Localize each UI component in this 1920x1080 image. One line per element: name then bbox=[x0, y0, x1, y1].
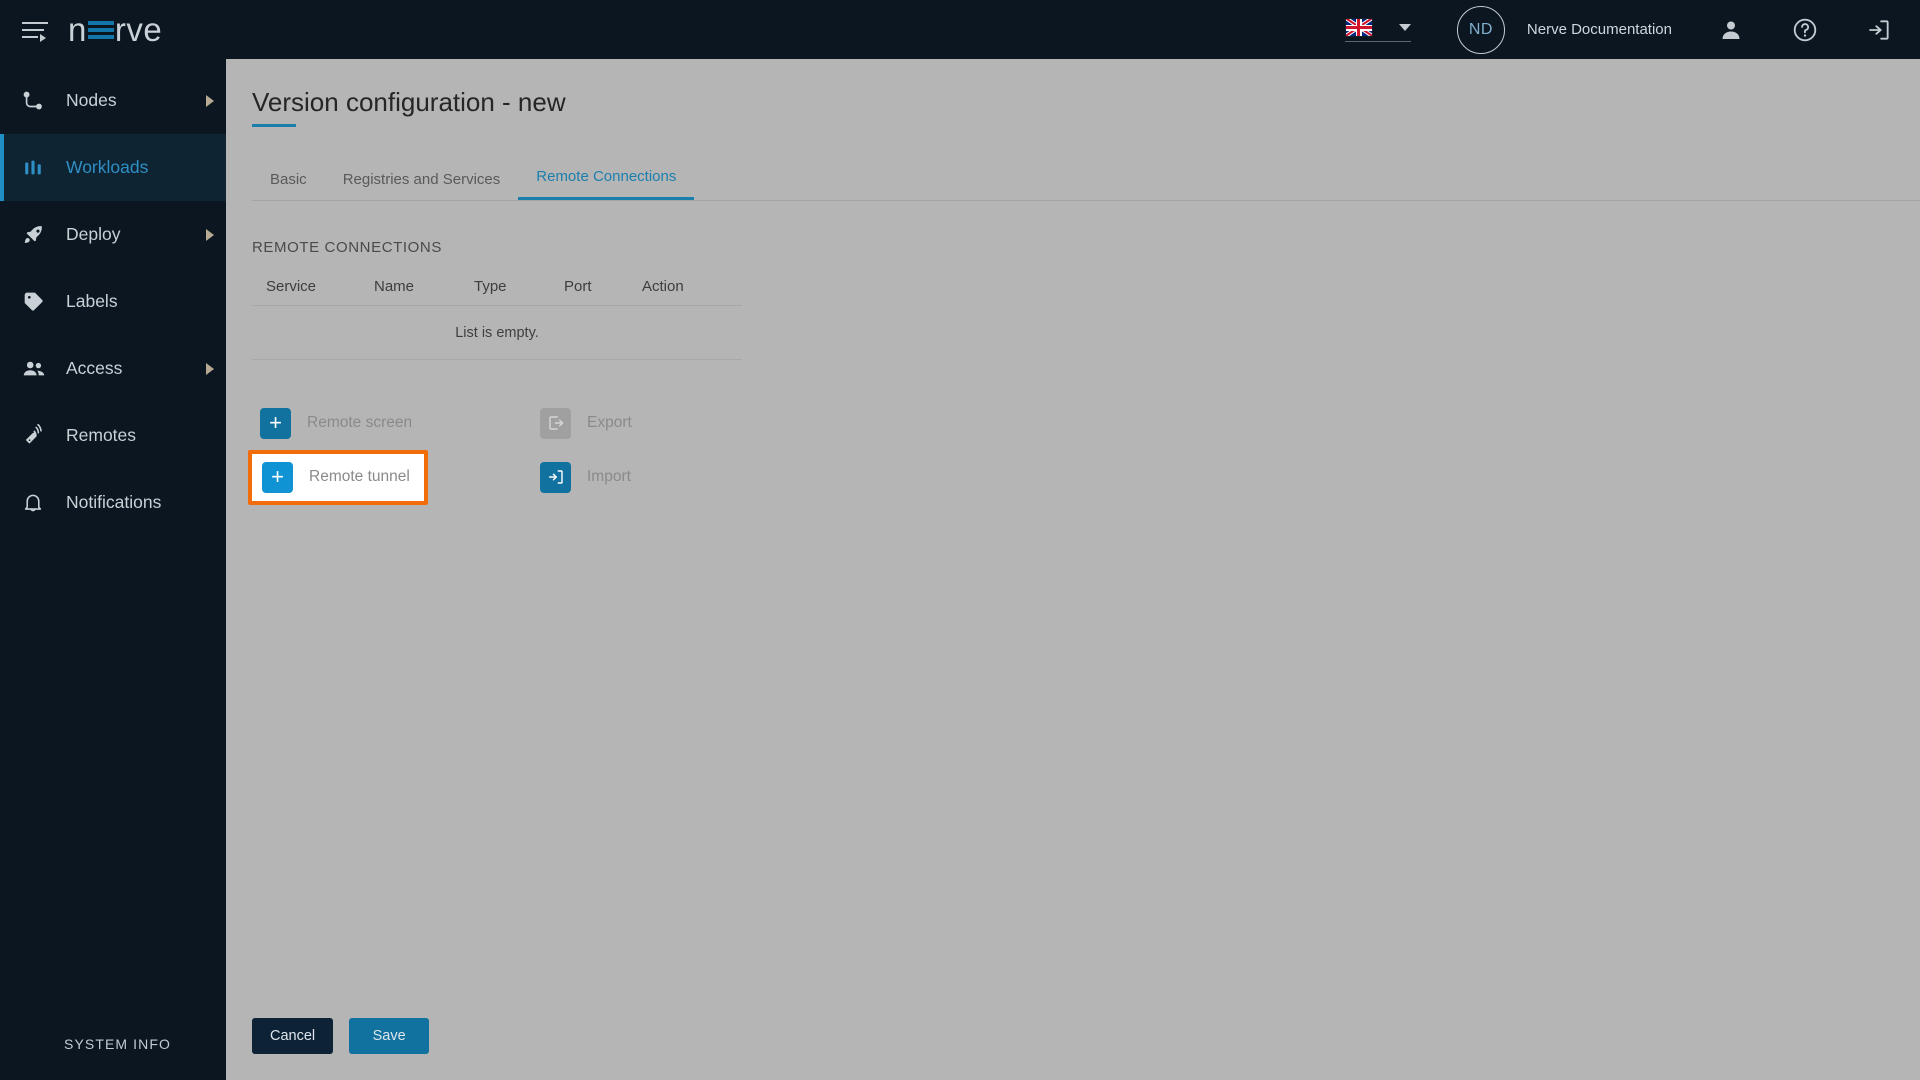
sidebar-item-notifications[interactable]: Notifications bbox=[0, 469, 226, 536]
page-title: Version configuration - new bbox=[252, 87, 566, 117]
avatar-initials: ND bbox=[1468, 20, 1493, 38]
chevron-right-icon bbox=[206, 362, 214, 375]
tab-bar: Basic Registries and Services Remote Con… bbox=[252, 163, 1920, 201]
sidebar-item-nodes[interactable]: Nodes bbox=[0, 67, 226, 134]
sidebar-item-label: Remotes bbox=[66, 425, 137, 445]
column-header-service: Service bbox=[266, 278, 317, 295]
sidebar-item-labels[interactable]: Labels bbox=[0, 268, 226, 335]
chevron-right-icon bbox=[206, 228, 214, 241]
deploy-rocket-icon bbox=[22, 223, 56, 246]
sidebar-item-access[interactable]: Access bbox=[0, 335, 226, 402]
form-footer: Cancel Save bbox=[226, 1018, 1920, 1080]
table-header-row: Service Name Type Port Action bbox=[252, 278, 742, 306]
tab-remote-connections[interactable]: Remote Connections bbox=[518, 168, 695, 200]
remotes-icon bbox=[22, 423, 56, 448]
system-info-link[interactable]: SYSTEM INFO bbox=[0, 1036, 226, 1080]
sidebar: Nodes Workloads Deploy Labels Access Rem… bbox=[0, 59, 226, 1080]
user-icon[interactable] bbox=[1716, 15, 1746, 45]
export-icon bbox=[540, 407, 571, 439]
tab-basic[interactable]: Basic bbox=[252, 171, 325, 200]
column-header-action: Action bbox=[642, 278, 684, 295]
chevron-right-icon bbox=[206, 94, 214, 107]
nerve-logo: n rve bbox=[68, 10, 163, 48]
logo-equals-icon bbox=[87, 19, 114, 41]
page-body: Nodes Workloads Deploy Labels Access Rem… bbox=[0, 59, 1920, 1080]
app-root: n rve ND Nerve Documentation Nodes Workl… bbox=[0, 0, 1920, 1080]
import-button[interactable]: Import bbox=[532, 456, 643, 499]
tab-registries-and-services[interactable]: Registries and Services bbox=[325, 171, 519, 200]
add-remote-screen-button[interactable]: + Remote screen bbox=[252, 402, 424, 445]
sidebar-item-label: Notifications bbox=[66, 492, 162, 512]
section-title: REMOTE CONNECTIONS bbox=[252, 239, 442, 256]
action-buttons-grid: + Remote screen Export + Remote tunnel I… bbox=[248, 396, 1920, 505]
hamburger-icon[interactable] bbox=[22, 19, 48, 42]
action-label: Export bbox=[587, 414, 632, 431]
sidebar-item-label: Deploy bbox=[66, 224, 121, 244]
access-users-icon bbox=[22, 357, 56, 381]
top-header: n rve ND Nerve Documentation bbox=[0, 0, 1920, 59]
sidebar-item-label: Workloads bbox=[66, 157, 149, 177]
labels-tag-icon bbox=[22, 290, 56, 313]
page-title-wrap: Version configuration - new bbox=[226, 59, 1920, 127]
action-label: Remote tunnel bbox=[309, 468, 410, 485]
title-underline bbox=[252, 124, 296, 127]
sidebar-nav: Nodes Workloads Deploy Labels Access Rem… bbox=[0, 59, 226, 536]
column-header-port: Port bbox=[564, 278, 592, 295]
cancel-button[interactable]: Cancel bbox=[252, 1018, 334, 1054]
table-empty-message: List is empty. bbox=[252, 306, 742, 360]
sidebar-item-label: Access bbox=[66, 358, 123, 378]
column-header-type: Type bbox=[474, 278, 507, 295]
bell-icon bbox=[22, 492, 56, 514]
chevron-down-icon bbox=[1398, 23, 1411, 31]
main-content: Version configuration - new Basic Regist… bbox=[226, 59, 1920, 1080]
nodes-icon bbox=[22, 90, 56, 112]
import-icon bbox=[540, 461, 571, 493]
action-label: Import bbox=[587, 468, 631, 485]
avatar[interactable]: ND bbox=[1456, 5, 1505, 54]
sidebar-item-workloads[interactable]: Workloads bbox=[0, 134, 226, 201]
remote-connections-table: Service Name Type Port Action List is em… bbox=[252, 278, 742, 360]
sidebar-item-deploy[interactable]: Deploy bbox=[0, 201, 226, 268]
export-button[interactable]: Export bbox=[532, 402, 644, 445]
sidebar-item-label: Nodes bbox=[66, 90, 117, 110]
action-label: Remote screen bbox=[307, 414, 413, 431]
help-icon[interactable] bbox=[1790, 15, 1820, 45]
account-name: Nerve Documentation bbox=[1526, 21, 1672, 38]
uk-flag-icon bbox=[1344, 17, 1373, 37]
logout-icon[interactable] bbox=[1864, 15, 1894, 45]
sidebar-item-remotes[interactable]: Remotes bbox=[0, 402, 226, 469]
header-right-group: ND Nerve Documentation bbox=[1344, 5, 1920, 54]
plus-icon: + bbox=[260, 407, 291, 439]
plus-icon: + bbox=[262, 461, 293, 493]
save-button[interactable]: Save bbox=[349, 1018, 430, 1054]
column-header-name: Name bbox=[374, 278, 415, 295]
add-remote-tunnel-button[interactable]: + Remote tunnel bbox=[248, 449, 428, 505]
workloads-icon bbox=[22, 157, 56, 179]
language-selector[interactable] bbox=[1344, 17, 1411, 42]
sidebar-item-label: Labels bbox=[66, 291, 118, 311]
